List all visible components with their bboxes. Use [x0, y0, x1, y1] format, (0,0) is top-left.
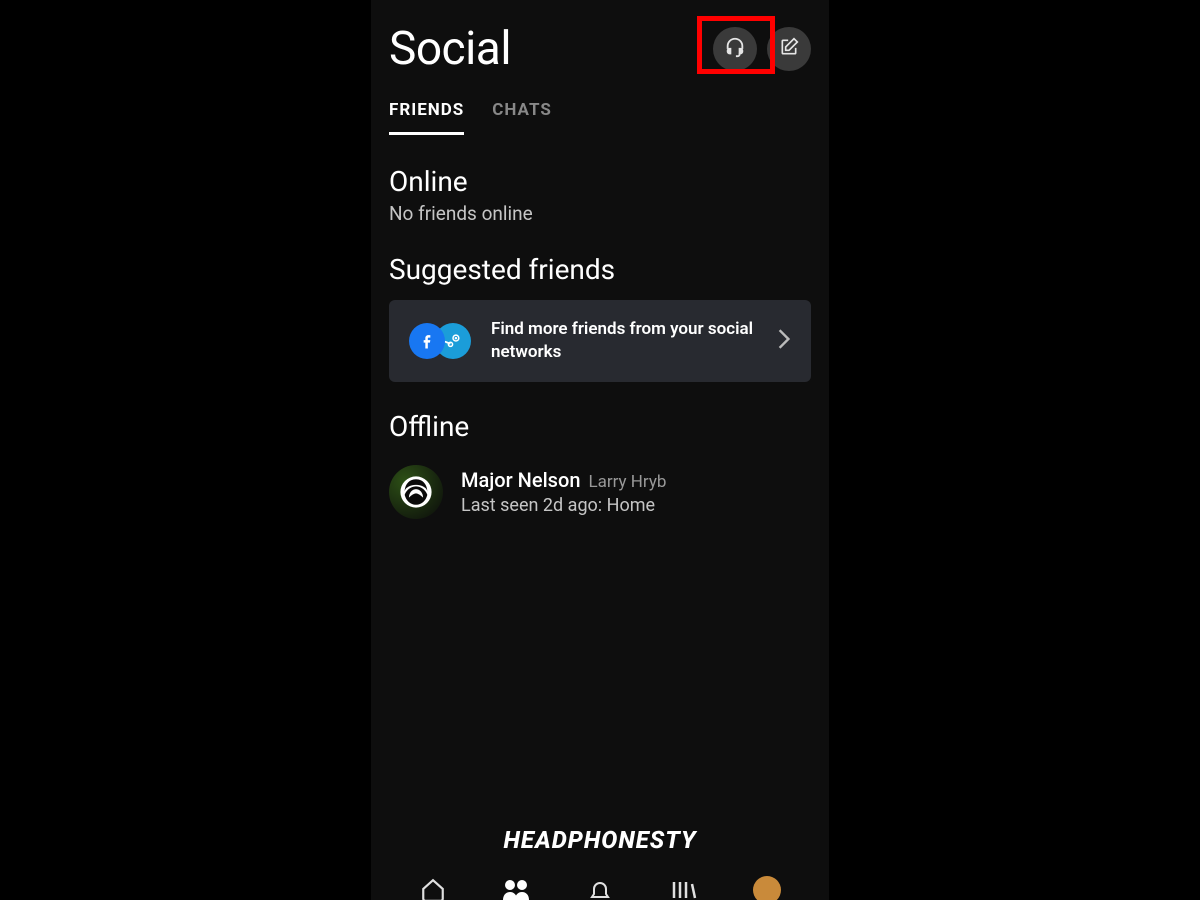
- online-section: Online No friends online: [389, 165, 811, 225]
- friend-realname: Larry Hryb: [588, 472, 666, 492]
- nav-notifications[interactable]: [580, 875, 620, 900]
- content: Online No friends online Suggested frien…: [371, 135, 829, 537]
- friend-status: Last seen 2d ago: Home: [461, 495, 811, 516]
- headset-icon: [724, 36, 746, 62]
- header: Social: [371, 0, 829, 76]
- nav-library[interactable]: [664, 875, 704, 900]
- compose-button[interactable]: [767, 27, 811, 71]
- find-friends-card[interactable]: Find more friends from your social netwo…: [389, 300, 811, 382]
- watermark: HEADPHONESTY: [371, 826, 829, 854]
- nav-profile[interactable]: [747, 875, 787, 900]
- facebook-icon: [409, 323, 445, 359]
- tab-chats[interactable]: CHATS: [492, 100, 552, 135]
- page-title: Social: [389, 22, 511, 76]
- nav-social[interactable]: [496, 875, 536, 900]
- avatar: [389, 465, 443, 519]
- suggested-section: Suggested friends: [389, 253, 811, 382]
- online-subtitle: No friends online: [389, 202, 811, 225]
- friend-item[interactable]: Major Nelson Larry Hryb Last seen 2d ago…: [389, 447, 811, 537]
- bottom-nav: [371, 872, 829, 900]
- header-actions: [713, 27, 811, 71]
- offline-title: Offline: [389, 410, 811, 443]
- online-title: Online: [389, 165, 811, 198]
- compose-icon: [779, 37, 799, 61]
- friend-gamertag: Major Nelson: [461, 468, 580, 492]
- suggested-title: Suggested friends: [389, 253, 811, 286]
- offline-section: Offline Major Nelson Larry Hryb Last see…: [389, 410, 811, 537]
- friend-info: Major Nelson Larry Hryb Last seen 2d ago…: [461, 468, 811, 516]
- find-friends-text: Find more friends from your social netwo…: [491, 318, 777, 364]
- friend-name-row: Major Nelson Larry Hryb: [461, 468, 811, 492]
- nav-home[interactable]: [413, 875, 453, 900]
- app-screen: Social: [371, 0, 829, 900]
- tabs: FRIENDS CHATS: [371, 76, 829, 135]
- tab-friends[interactable]: FRIENDS: [389, 100, 464, 135]
- social-icons-group: [409, 323, 471, 359]
- card-left: Find more friends from your social netwo…: [409, 318, 777, 364]
- party-headset-button[interactable]: [713, 27, 757, 71]
- chevron-right-icon: [777, 328, 791, 354]
